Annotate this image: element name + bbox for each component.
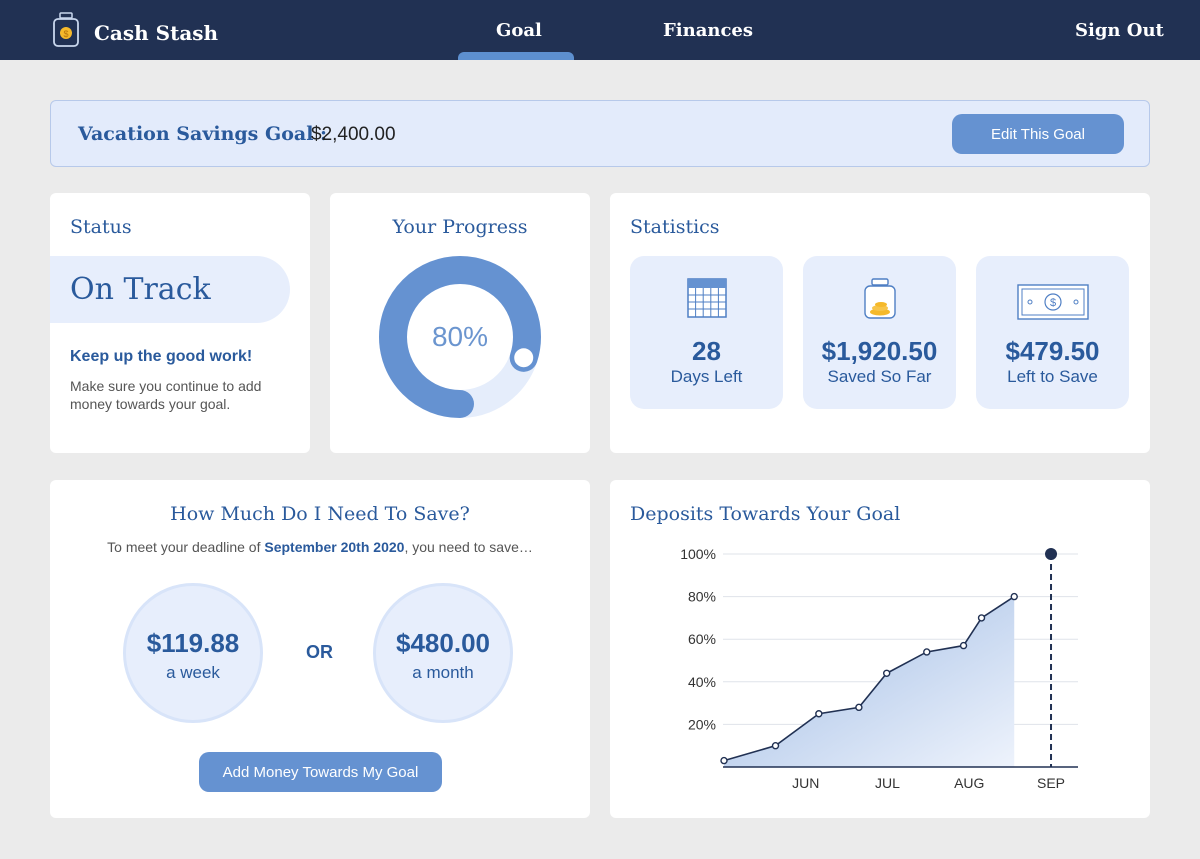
deadline-date: September 20th 2020 [264, 539, 405, 555]
data-point[interactable] [1010, 592, 1018, 601]
top-nav: $ Cash Stash Goal Finances Sign Out [0, 0, 1200, 60]
nav-goal-link[interactable]: Goal [496, 20, 542, 41]
weekly-amount-circle: $119.88 a week [123, 583, 263, 723]
data-point[interactable] [882, 669, 891, 677]
y-tick-label: 20% [688, 716, 716, 732]
goal-banner: Vacation Savings Goal : $2,400.00 Edit T… [50, 100, 1150, 167]
coin-jar-icon [803, 278, 956, 320]
x-tick-label: SEP [1037, 775, 1065, 791]
add-money-button[interactable]: Add Money Towards My Goal [199, 752, 442, 792]
deposits-chart-card: Deposits Towards Your Goal 20% 40% 60% 80% 1… [610, 480, 1150, 818]
goal-amount: $2,400.00 [311, 124, 396, 145]
y-tick-label: 100% [680, 546, 716, 562]
svg-text:$: $ [63, 29, 68, 39]
data-point[interactable] [923, 648, 931, 656]
savings-plan-title: How Much Do I Need To Save? [170, 503, 470, 525]
monthly-label: a month [412, 663, 474, 682]
stat-label: Left to Save [1007, 367, 1098, 386]
y-tick-label: 80% [688, 589, 716, 605]
statistics-title: Statistics [630, 216, 720, 238]
goal-title: Vacation Savings Goal : [78, 123, 328, 145]
monthly-amount-circle: $480.00 a month [373, 583, 513, 723]
stat-days-left: 28 Days Left [630, 256, 783, 409]
deposits-chart: 20% 40% 60% 80% 100% JUN JUL AUG SEP [680, 546, 1078, 791]
goal-point[interactable] [1045, 548, 1058, 560]
status-value: On Track [70, 272, 211, 307]
dollar-bill-icon: $ [976, 284, 1129, 320]
status-card: Status On Track Keep up the good work! M… [50, 193, 310, 453]
stat-label: Days Left [670, 367, 743, 386]
status-message: Make sure you continue to add money towa… [70, 378, 262, 412]
brand[interactable]: $ Cash Stash [52, 12, 218, 53]
nav-active-indicator [458, 52, 574, 60]
coin-jar-logo-icon: $ [52, 12, 80, 53]
statistics-card: Statistics 28 Days Left $1,920.50 Saved … [610, 193, 1150, 453]
y-tick-label: 40% [688, 674, 716, 690]
status-headline: Keep up the good work! [70, 348, 253, 365]
stat-saved-so-far: $1,920.50 Saved So Far [803, 256, 956, 409]
progress-card: Your Progress 80% [330, 193, 590, 453]
calendar-icon [630, 278, 783, 318]
savings-plan-card: How Much Do I Need To Save? To meet your… [50, 480, 590, 818]
stat-label: Saved So Far [827, 367, 932, 386]
data-point[interactable] [977, 614, 986, 622]
svg-text:$: $ [1049, 297, 1055, 309]
x-tick-label: JUN [792, 775, 819, 791]
x-tick-label: JUL [875, 775, 900, 791]
progress-percent: 80% [431, 321, 489, 352]
data-point[interactable] [720, 756, 728, 765]
or-separator: OR [306, 642, 333, 662]
data-point[interactable] [771, 742, 780, 750]
brand-name: Cash Stash [94, 20, 219, 45]
savings-plan-subtitle: To meet your deadline of September 20th … [50, 539, 590, 555]
subtitle-suffix: , you need to save… [404, 539, 533, 555]
nav-finances-link[interactable]: Finances [663, 20, 753, 41]
data-point[interactable] [959, 641, 968, 650]
y-tick-label: 60% [688, 631, 716, 647]
data-point[interactable] [855, 703, 863, 712]
status-title: Status [70, 216, 132, 238]
weekly-label: a week [166, 663, 220, 682]
progress-title: Your Progress [392, 216, 528, 238]
monthly-amount: $480.00 [396, 628, 490, 658]
edit-goal-button[interactable]: Edit This Goal [952, 114, 1124, 154]
stat-value: 28 [692, 336, 721, 366]
stat-left-to-save: $ $479.50 Left to Save [976, 256, 1129, 409]
x-tick-label: AUG [954, 775, 984, 791]
data-point[interactable] [815, 710, 823, 718]
weekly-amount: $119.88 [146, 628, 240, 658]
sign-out-link[interactable]: Sign Out [1075, 20, 1164, 41]
subtitle-prefix: To meet your deadline of [107, 539, 261, 555]
stat-value: $1,920.50 [821, 336, 938, 366]
stat-value: $479.50 [1005, 336, 1100, 366]
